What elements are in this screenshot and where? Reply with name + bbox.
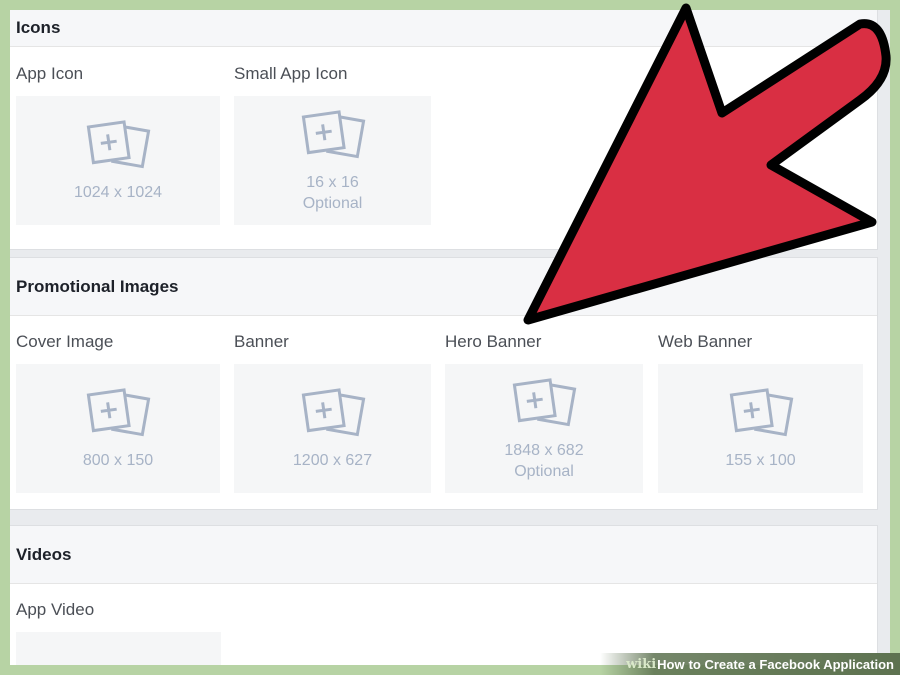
promotional-section-title: Promotional Images [10, 258, 877, 316]
banner-label: Banner [234, 332, 289, 351]
small-app-icon-label: Small App Icon [234, 64, 348, 83]
cover-image-upload[interactable]: 800 x 150 [16, 364, 220, 493]
add-photo-icon [301, 109, 365, 158]
app-details-frame: Icons App Icon 1024 x 1024 Small App Ico… [10, 10, 890, 665]
watermark-title: to Create a Facebook Application [688, 656, 894, 672]
app-icon-label: App Icon [16, 64, 84, 83]
small-app-icon-size: 16 x 16 [306, 173, 359, 191]
icons-section-title: Icons [10, 10, 877, 47]
wikihow-watermark: wiki How to Create a Facebook Application [600, 653, 900, 675]
watermark-brand: wiki [626, 656, 657, 672]
small-app-icon-optional: Optional [302, 194, 363, 212]
web-banner-upload[interactable]: 155 x 100 [658, 364, 863, 493]
app-video-upload[interactable] [16, 632, 221, 665]
add-photo-icon [729, 388, 793, 437]
add-photo-icon [512, 377, 577, 426]
web-banner-label: Web Banner [658, 332, 753, 351]
videos-section-title: Videos [10, 526, 877, 584]
cover-image-label: Cover Image [16, 332, 114, 351]
app-video-label: App Video [16, 600, 95, 619]
add-photo-icon [86, 388, 151, 437]
add-photo-icon [86, 120, 151, 169]
small-app-icon-upload[interactable]: 16 x 16 Optional [234, 96, 431, 225]
cover-image-size: 800 x 150 [82, 452, 154, 469]
banner-upload[interactable]: 1200 x 627 [234, 364, 431, 493]
add-photo-icon [301, 388, 365, 437]
hero-banner-optional: Optional [514, 462, 574, 480]
app-icon-size: 1024 x 1024 [73, 184, 163, 201]
web-banner-size: 155 x 100 [725, 452, 796, 469]
watermark-how: How [657, 656, 685, 672]
hero-banner-label: Hero Banner [445, 332, 542, 351]
banner-size: 1200 x 627 [292, 452, 373, 469]
hero-banner-upload[interactable]: 1848 x 682 Optional [445, 364, 643, 493]
hero-banner-size: 1848 x 682 [504, 441, 584, 459]
app-icon-upload[interactable]: 1024 x 1024 [16, 96, 220, 225]
